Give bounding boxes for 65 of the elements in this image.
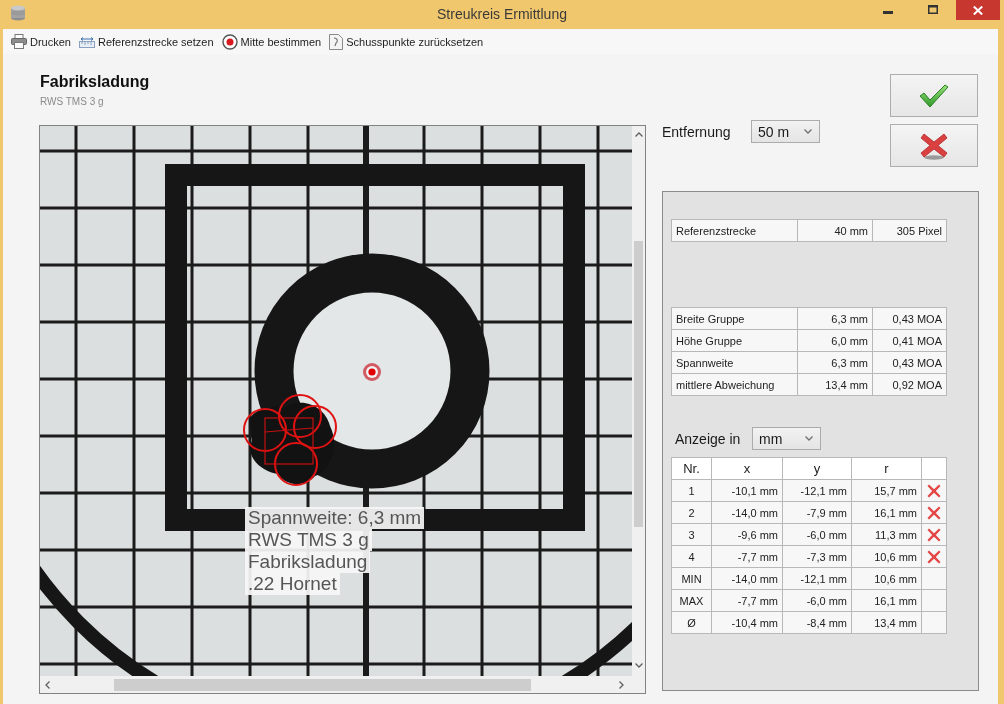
close-button[interactable] xyxy=(956,0,1000,20)
delete-icon[interactable] xyxy=(927,506,941,521)
checkmark-icon xyxy=(919,83,949,108)
table-cell: 1 xyxy=(671,479,712,502)
toolbar-button[interactable]: Drucken xyxy=(11,34,71,49)
table-cell: Spannweite xyxy=(671,351,798,374)
chevron-down-icon xyxy=(804,129,812,134)
table-cell: Höhe Gruppe xyxy=(671,329,798,352)
table-cell: mittlere Abweichung xyxy=(671,373,798,396)
group-outline xyxy=(264,417,314,465)
cancel-button[interactable] xyxy=(890,124,978,167)
load-title: Fabriksladung xyxy=(39,72,151,91)
ruler-icon xyxy=(78,35,95,48)
scrollbar-thumb[interactable] xyxy=(114,678,531,691)
shot-circle xyxy=(278,394,322,438)
column-header: x xyxy=(711,457,783,480)
toolbar-button[interactable]: Mitte bestimmen xyxy=(221,33,322,50)
caption-text: Spannweite: 6,3 mm xyxy=(245,507,425,529)
table-cell: 40 mm xyxy=(797,219,873,242)
table-cell: Ø xyxy=(671,611,712,634)
table-cell: MIN xyxy=(671,567,712,590)
printer-icon xyxy=(11,34,27,49)
distance-label: Entfernung xyxy=(662,123,732,140)
chevron-down-icon xyxy=(805,436,813,441)
column-header: y xyxy=(782,457,852,480)
unit-label: Anzeige in xyxy=(675,430,742,447)
table-cell: Breite Gruppe xyxy=(671,307,798,330)
caption-text: RWS TMS 3 g xyxy=(245,529,372,551)
scroll-left-icon[interactable] xyxy=(45,680,50,689)
app-icon xyxy=(10,5,26,21)
scroll-up-icon[interactable] xyxy=(634,132,643,137)
shot-circle xyxy=(293,405,337,449)
table-cell: 0,43 MOA xyxy=(872,307,947,330)
table-cell: 4 xyxy=(671,545,712,568)
table-cell: Referenzstrecke xyxy=(671,219,798,242)
table-cell: MAX xyxy=(671,589,712,612)
caption-text: .22 Hornet xyxy=(245,573,340,595)
table-cell: 305 Pixel xyxy=(872,219,947,242)
scrollbar-thumb[interactable] xyxy=(634,241,643,527)
load-subtitle: RWS TMS 3 g xyxy=(39,96,105,108)
center-marker-icon xyxy=(363,363,381,381)
caption-text: Fabriksladung xyxy=(245,551,371,573)
target-icon xyxy=(221,33,238,50)
scroll-right-icon[interactable] xyxy=(619,680,624,689)
delete-icon[interactable] xyxy=(927,484,941,499)
table-cell: 2 xyxy=(671,501,712,524)
distance-select[interactable]: 50 m xyxy=(751,120,820,143)
scroll-down-icon[interactable] xyxy=(634,663,643,668)
toolbar-button[interactable]: Referenzstrecke setzen xyxy=(78,35,214,48)
unit-select[interactable]: mm xyxy=(752,427,821,450)
column-header: r xyxy=(851,457,922,480)
delete-icon[interactable] xyxy=(927,550,941,565)
shot-circle xyxy=(274,442,318,486)
maximize-icon[interactable] xyxy=(928,5,938,14)
table-cell: 3 xyxy=(671,523,712,546)
ok-button[interactable] xyxy=(890,74,978,117)
close-icon xyxy=(973,5,983,15)
table-cell: 6,3 mm xyxy=(797,307,873,330)
column-header: Nr. xyxy=(671,457,712,480)
toolbar-button[interactable]: Schusspunkte zurücksetzen xyxy=(329,33,484,50)
shot-circle xyxy=(243,408,287,452)
delete-icon[interactable] xyxy=(927,528,941,543)
window-title: Streukreis Ermittlung xyxy=(437,5,567,24)
cross-icon xyxy=(920,131,948,160)
document-icon xyxy=(329,33,344,50)
